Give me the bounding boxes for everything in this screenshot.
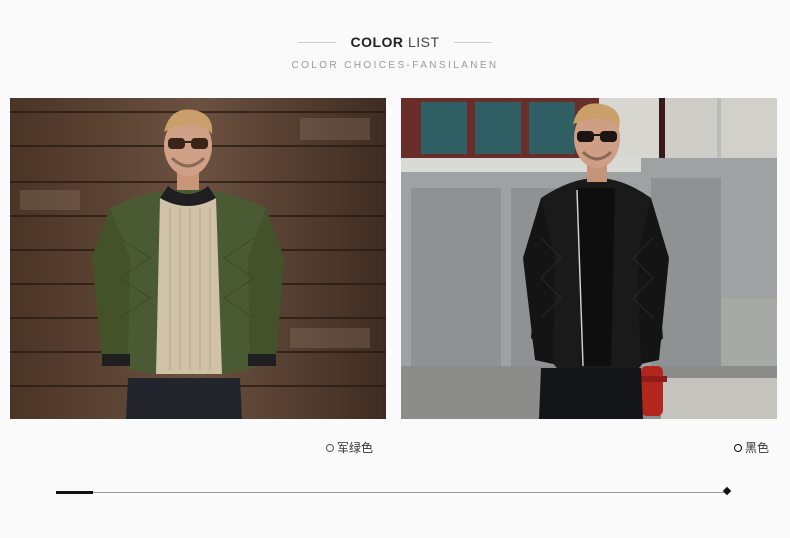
progress-track (56, 491, 728, 493)
caption-black: 黑色 (734, 439, 769, 456)
caption-black-text: 黑色 (745, 441, 770, 455)
title-bold-text: COLOR (350, 34, 404, 50)
product-photo-black[interactable] (401, 98, 777, 419)
color-list-header: COLOR LIST COLOR CHOICES-FANSILANEN (0, 34, 790, 71)
army-green-jacket-photo (10, 98, 386, 419)
circle-icon (326, 443, 334, 452)
product-photo-army-green[interactable] (10, 98, 386, 419)
black-jacket-photo (401, 98, 777, 419)
title-left-rule (298, 41, 337, 43)
progress-fill (56, 490, 93, 494)
section-subtitle: COLOR CHOICES-FANSILANEN (291, 60, 499, 71)
scroll-progress-bar[interactable] (56, 486, 732, 496)
caption-army-green-text: 军绿色 (337, 441, 374, 455)
title-right-rule (453, 41, 492, 43)
caption-army-green: 军绿色 (326, 439, 373, 456)
title-light-text: LIST (407, 34, 440, 50)
title-row: COLOR LIST (0, 34, 790, 50)
diamond-end-icon (722, 486, 732, 496)
section-title: COLOR LIST (350, 34, 439, 50)
circle-icon (734, 443, 742, 452)
